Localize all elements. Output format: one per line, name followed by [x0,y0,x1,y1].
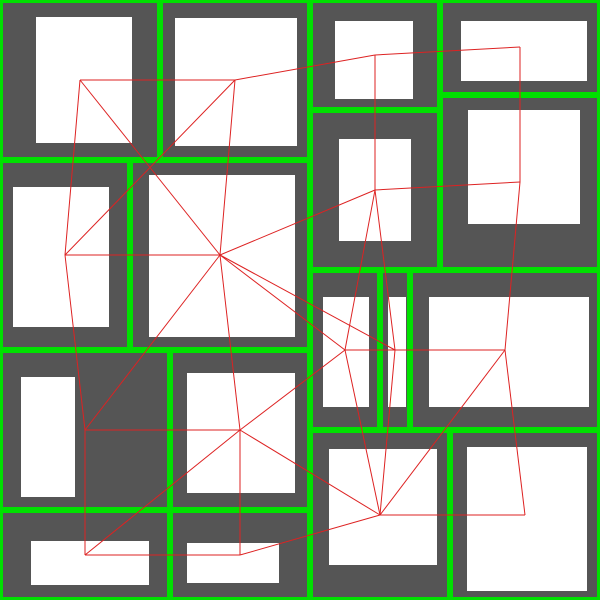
cell-6 [0,160,130,350]
cell-6-inner [13,187,109,327]
cell-0-inner [36,17,132,143]
cell-14-inner [467,447,587,591]
cell-16-inner [187,543,279,583]
cell-9-inner [388,297,406,407]
cell-13-inner [329,449,437,565]
cell-3 [440,0,600,95]
cell-7-inner [149,175,295,337]
cell-9 [380,270,410,430]
cell-4-inner [468,110,580,224]
cell-11-inner [21,377,75,497]
cell-15-inner [31,541,149,585]
cell-3-inner [461,21,587,81]
cell-2 [310,0,440,110]
cell-5 [310,110,440,270]
cell-1 [160,0,310,160]
cell-0 [0,0,160,160]
cell-4 [440,95,600,270]
cell-14 [450,430,600,600]
cell-11 [0,350,170,510]
cell-8-inner [323,297,369,407]
cell-5-inner [339,139,411,241]
cell-12-inner [187,373,295,493]
cell-1-inner [175,18,297,146]
cell-10-inner [429,297,589,407]
cell-7 [130,160,310,350]
cell-12 [170,350,310,510]
cell-16 [170,510,310,600]
cell-10 [410,270,600,430]
packing-diagram [0,0,600,600]
cell-2-inner [335,21,413,99]
cell-8 [310,270,380,430]
cell-15 [0,510,170,600]
cell-13 [310,430,450,600]
